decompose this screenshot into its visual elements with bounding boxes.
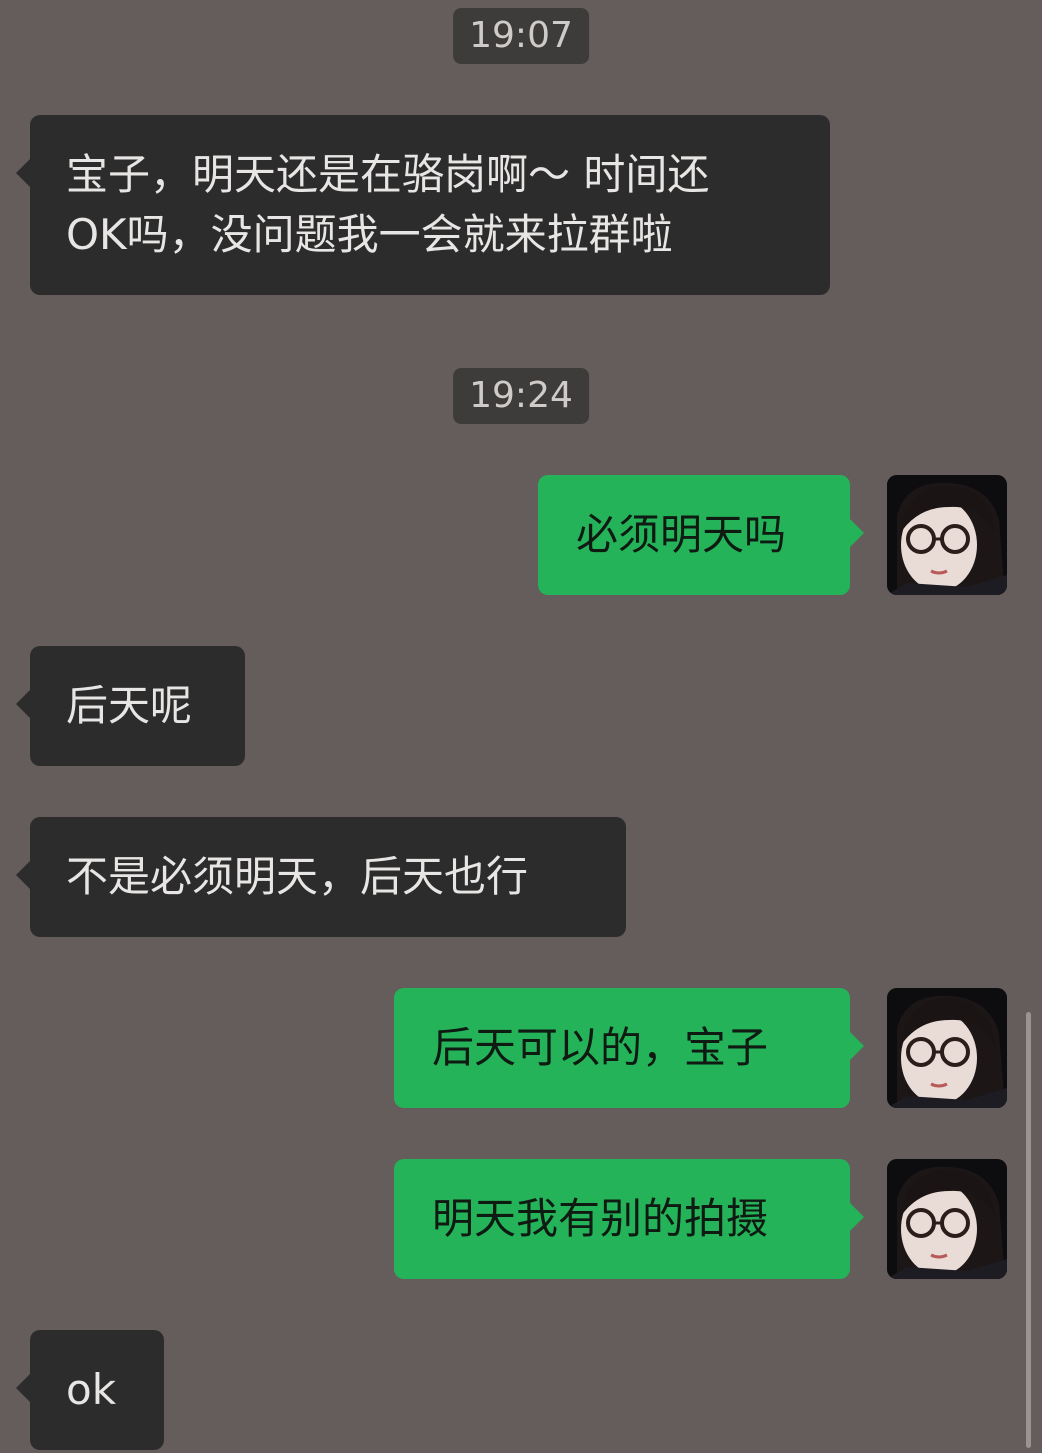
timestamp: 19:07 <box>453 8 589 64</box>
avatar[interactable] <box>887 988 1007 1108</box>
message-bubble-incoming[interactable]: 不是必须明天，后天也行 <box>16 817 626 937</box>
message-text: ok <box>66 1365 117 1414</box>
chat-area[interactable]: 19:07 宝子，明天还是在骆岗啊～ 时间还 OK吗，没问题我一会就来拉群啦 1… <box>0 0 1042 1453</box>
message-bubble-outgoing[interactable]: 必须明天吗 <box>538 475 864 595</box>
message-text-line: 宝子，明天还是在骆岗啊～ 时间还 <box>66 150 710 199</box>
user-avatar-icon <box>887 988 1007 1108</box>
scrollbar[interactable] <box>1026 1012 1031 1448</box>
message-text: 后天可以的，宝子 <box>432 1023 769 1072</box>
message-bubble-outgoing[interactable]: 后天可以的，宝子 <box>394 988 864 1108</box>
message-text: 必须明天吗 <box>576 510 787 559</box>
timestamp: 19:24 <box>453 368 589 424</box>
message-bubble-incoming[interactable]: 后天呢 <box>16 646 245 766</box>
message-text-line: OK吗，没问题我一会就来拉群啦 <box>66 210 673 259</box>
message-text: 后天呢 <box>66 681 193 730</box>
user-avatar-icon <box>887 475 1007 595</box>
message-text: 不是必须明天，后天也行 <box>66 852 529 901</box>
avatar[interactable] <box>887 475 1007 595</box>
avatar[interactable] <box>887 1159 1007 1279</box>
message-bubble-outgoing[interactable]: 明天我有别的拍摄 <box>394 1159 864 1279</box>
message-bubble-incoming[interactable]: ok <box>16 1330 164 1450</box>
user-avatar-icon <box>887 1159 1007 1279</box>
message-bubble-incoming[interactable]: 宝子，明天还是在骆岗啊～ 时间还 OK吗，没问题我一会就来拉群啦 <box>16 115 830 295</box>
message-text: 明天我有别的拍摄 <box>432 1194 769 1243</box>
